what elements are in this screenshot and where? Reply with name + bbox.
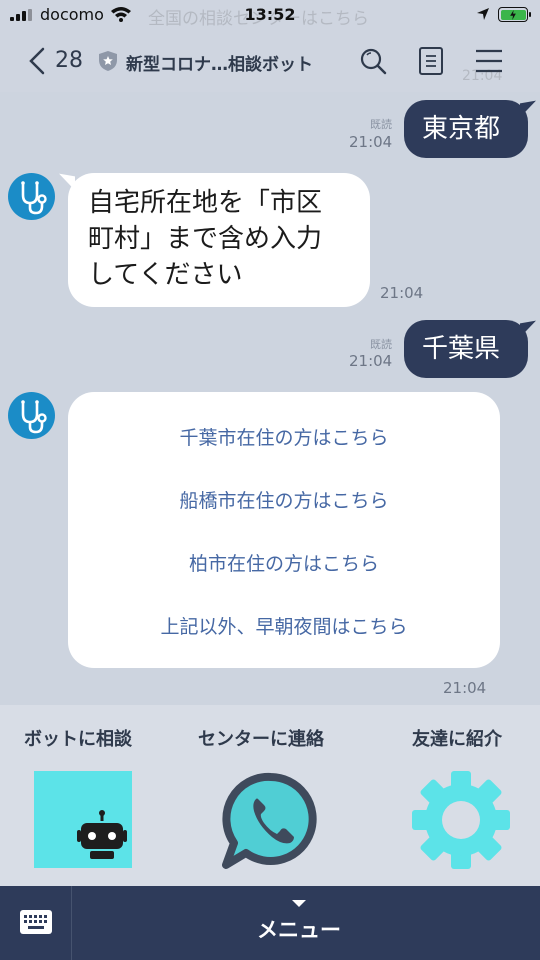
message-time: 21:04 bbox=[380, 284, 424, 302]
chat-title: 新型コロナ…相談ボット bbox=[126, 55, 313, 75]
message-time: 21:04 bbox=[349, 352, 393, 370]
rich-menu-label-center[interactable]: センターに連絡 bbox=[198, 725, 324, 751]
link-chiba-city[interactable]: 千葉市在住の方はこちら bbox=[68, 423, 500, 450]
caret-down-icon bbox=[292, 900, 306, 907]
chat-header: 28 新型コロナ…相談ボット 21:04 bbox=[0, 30, 540, 92]
gear-icon[interactable] bbox=[410, 769, 512, 871]
ghost-time-text: 21:04 bbox=[462, 68, 503, 84]
link-kashiwa[interactable]: 柏市在住の方はこちら bbox=[68, 549, 500, 576]
search-icon[interactable] bbox=[358, 46, 388, 76]
location-arrow-icon bbox=[477, 8, 489, 20]
message-time: 21:04 bbox=[443, 679, 487, 697]
menu-toggle-button[interactable]: メニュー bbox=[72, 886, 540, 960]
menu-label: メニュー bbox=[257, 918, 341, 942]
phone-chat-icon[interactable] bbox=[220, 769, 322, 873]
read-receipt: 既読 bbox=[370, 118, 392, 131]
read-receipt: 既読 bbox=[370, 338, 392, 351]
bot-avatar[interactable] bbox=[8, 173, 55, 220]
keyboard-toggle-button[interactable] bbox=[0, 886, 72, 960]
unread-count[interactable]: 28 bbox=[55, 48, 83, 73]
keyboard-icon bbox=[20, 910, 52, 934]
message-line: 自宅所在地を「市区 bbox=[88, 188, 323, 218]
message-time: 21:04 bbox=[349, 133, 393, 151]
link-list-message: 千葉市在住の方はこちら 船橋市在住の方はこちら 柏市在住の方はこちら 上記以外、… bbox=[68, 392, 500, 668]
rich-menu-label-bot[interactable]: ボットに相談 bbox=[24, 725, 132, 751]
robot-icon bbox=[77, 810, 127, 859]
bottom-bar: メニュー bbox=[0, 886, 540, 960]
link-other-hours[interactable]: 上記以外、早朝夜間はこちら bbox=[68, 612, 500, 639]
status-time: 13:52 bbox=[244, 5, 296, 24]
incoming-message: 自宅所在地を「市区 町村」まで含め入力 してください bbox=[68, 173, 370, 307]
note-icon[interactable] bbox=[416, 46, 446, 76]
rich-menu: ボットに相談 センターに連絡 友達に紹介 bbox=[0, 705, 540, 886]
battery-icon bbox=[498, 7, 531, 22]
message-text: 東京都 bbox=[422, 114, 501, 144]
outgoing-message: 東京都 bbox=[404, 100, 528, 158]
outgoing-message: 千葉県 bbox=[404, 320, 528, 378]
back-chevron-icon[interactable] bbox=[26, 46, 48, 76]
link-funabashi[interactable]: 船橋市在住の方はこちら bbox=[68, 486, 500, 513]
rich-menu-label-friend[interactable]: 友達に紹介 bbox=[412, 725, 502, 751]
robot-button[interactable] bbox=[34, 771, 132, 868]
stethoscope-icon bbox=[21, 181, 47, 215]
message-text: 千葉県 bbox=[422, 334, 501, 364]
status-bar: docomo 全国の相談センターはこちら 13:52 bbox=[0, 0, 540, 30]
message-line: してください bbox=[88, 260, 243, 290]
message-line: 町村」まで含め入力 bbox=[88, 224, 323, 254]
stethoscope-icon bbox=[21, 400, 47, 434]
verified-shield-icon bbox=[99, 51, 117, 71]
bot-avatar[interactable] bbox=[8, 392, 55, 439]
